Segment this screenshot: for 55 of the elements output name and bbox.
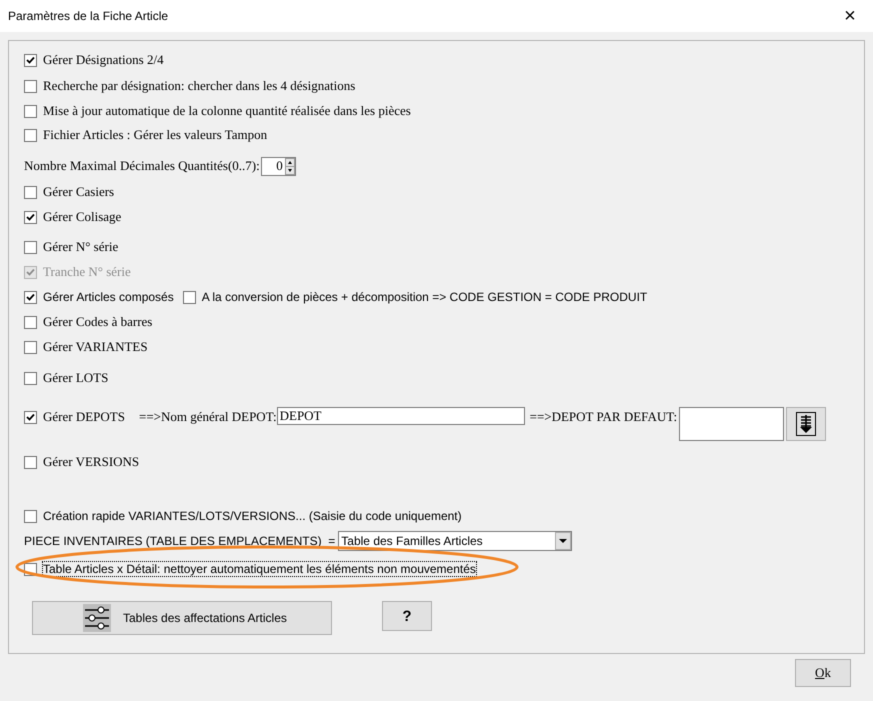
checkbox-label: Gérer N° série [43, 239, 118, 255]
checkbox[interactable] [24, 316, 37, 328]
number-spinner[interactable]: 0 [260, 156, 296, 176]
checkbox-label: Recherche par désignation: chercher dans les 4 désignations [43, 78, 356, 94]
checkbox-label: Gérer Colisage [43, 209, 122, 225]
checkbox[interactable] [24, 290, 37, 304]
checkbox-label: Mise à jour automatique de la colonne quantité réalisée dans les pièces [43, 103, 411, 119]
checkbox-label: Tranche N° série [43, 264, 131, 280]
depot-name-field[interactable]: DEPOT [276, 407, 525, 425]
checkbox[interactable] [24, 340, 37, 354]
checkbox[interactable] [24, 186, 37, 198]
select-field[interactable]: Table des Familles Articles [338, 531, 572, 551]
checkbox-label: A la conversion de pièces + décomposition => CODE GESTION = CODE PRODUIT [202, 290, 648, 304]
checkbox-label: Gérer Codes à barres [43, 314, 152, 330]
checkbox[interactable] [24, 210, 37, 224]
lookup-button[interactable] [786, 407, 826, 441]
check-icon [26, 56, 35, 64]
checkbox-label: Gérer VERSIONS [43, 454, 140, 470]
check-icon [26, 413, 35, 421]
field-label: PIECE INVENTAIRES (TABLE DES EMPLACEMENTS) = [24, 534, 336, 548]
help-button[interactable]: ? [382, 601, 432, 631]
check-icon [26, 293, 35, 301]
affectations-button[interactable]: Tables des affectations Articles [32, 601, 332, 635]
dropdown-icon [555, 532, 572, 550]
window-title: Paramètres de la Fiche Article [8, 9, 168, 23]
ok-button[interactable]: Ok [795, 659, 851, 687]
checkbox[interactable] [24, 128, 37, 142]
checkbox-label: Gérer DEPOTS [43, 409, 126, 425]
checkbox-label: Gérer VARIANTES [43, 339, 148, 355]
field-label: ==>DEPOT PAR DEFAUT: [530, 409, 678, 425]
checkbox[interactable] [182, 290, 196, 304]
check-icon [26, 268, 35, 276]
checkbox[interactable] [24, 372, 37, 384]
checkbox[interactable] [24, 240, 37, 254]
spin-arrows-icon[interactable] [284, 158, 295, 174]
field-label: ==>Nom général DEPOT: [139, 409, 277, 425]
sliders-icon [83, 604, 111, 632]
list-down-icon [796, 412, 816, 436]
checkbox[interactable] [24, 510, 37, 522]
checkbox-label: Table Articles x Détail: nettoyer automatiquement les éléments non mouvementés [43, 562, 476, 576]
checkbox[interactable] [24, 410, 37, 424]
checkbox-label: Gérer LOTS [43, 370, 108, 386]
checkbox[interactable] [24, 80, 37, 92]
checkbox[interactable] [24, 104, 37, 118]
field-label: Nombre Maximal Décimales Quantités(0..7): [24, 158, 260, 174]
checkbox[interactable] [24, 456, 37, 468]
close-button[interactable]: × [827, 0, 873, 32]
checkbox-label: Création rapide VARIANTES/LOTS/VERSIONS... (Saisie du code uniquement) [43, 509, 462, 523]
check-icon [26, 213, 35, 221]
checkbox-label: Gérer Désignations 2/4 [43, 52, 164, 68]
checkbox-label: Gérer Casiers [43, 184, 114, 200]
checkbox-label: Fichier Articles : Gérer les valeurs Tampon [43, 127, 268, 143]
default-depot-field[interactable] [679, 407, 784, 441]
checkbox[interactable] [24, 54, 37, 66]
checkbox-label: Gérer Articles composés [43, 290, 174, 304]
